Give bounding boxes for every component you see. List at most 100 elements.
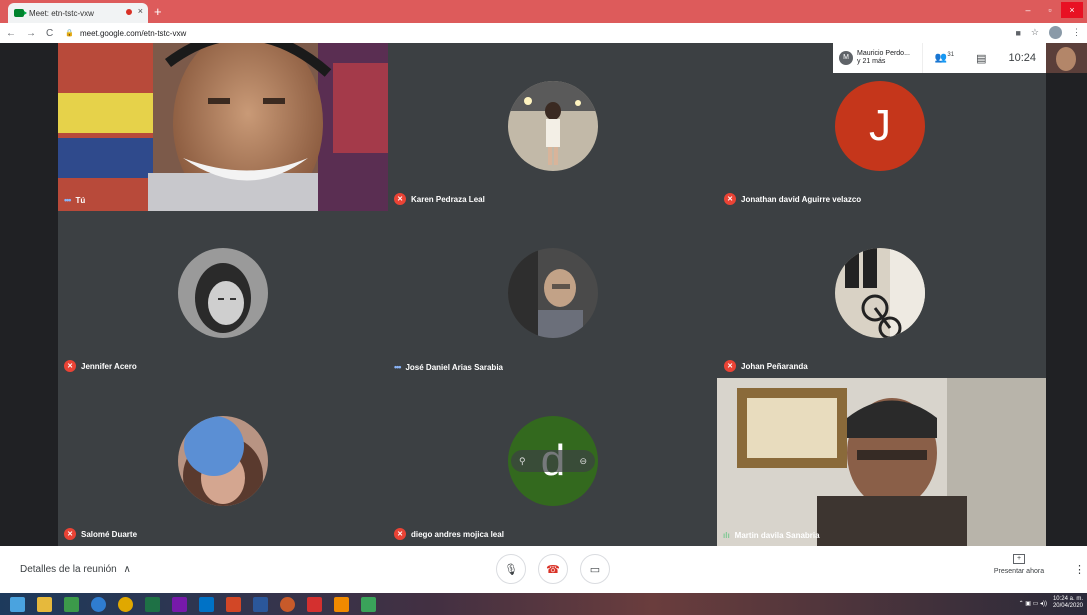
tile-label-jose-daniel: ••• José Daniel Arias Sarabia (394, 362, 503, 372)
mic-off-icon: ✕ (64, 360, 76, 372)
participant-name: Karen Pedraza Leal (411, 194, 485, 204)
participants-button[interactable]: 👥31 (935, 52, 954, 63)
tray-icons[interactable]: ⌃ ▣ ▭ ◂)) (1019, 600, 1047, 607)
green-app-icon[interactable] (361, 596, 376, 612)
mic-off-icon: ✕ (394, 528, 406, 540)
chat-icon[interactable]: ▤ (976, 52, 986, 65)
participant-name: Salomé Duarte (81, 529, 138, 539)
video-tile-jose-daniel[interactable]: ••• José Daniel Arias Sarabia (388, 211, 718, 378)
microphone-icon: 🎙 (504, 563, 518, 576)
taskbar-time: 10:24 a. m. (1052, 596, 1083, 602)
edge-icon[interactable] (91, 596, 106, 612)
avatar-initial: M (839, 51, 853, 65)
maximize-button[interactable]: ▫ (1039, 2, 1061, 18)
url-text: meet.google.com/etn-tstc-vxw (79, 28, 187, 38)
recording-indicator-icon (126, 9, 132, 15)
hang-up-icon: ☎ (546, 563, 560, 576)
meeting-clock: 10:24 (1008, 52, 1036, 64)
present-screen-icon: + (1013, 554, 1025, 564)
microphone-button[interactable]: 🎙 (496, 554, 526, 584)
participant-name: Johan Peñaranda (741, 361, 808, 371)
reload-icon[interactable]: C (46, 28, 53, 39)
participant-avatar (835, 248, 925, 338)
video-tile-johan[interactable]: ✕ Johan Peñaranda (718, 211, 1046, 378)
tab-title: Meet: etn-tstc-vxw (29, 8, 94, 18)
lock-icon: 🔒 (65, 30, 74, 37)
participant-avatar (178, 248, 268, 338)
meeting-details-button[interactable]: Detalles de la reunión ∧ (20, 564, 131, 575)
system-tray: ⌃ ▣ ▭ ◂)) 10:24 a. m. 20/04/2020 (1019, 596, 1083, 610)
participant-name: Tú (75, 195, 86, 205)
windows-taskbar: ⌃ ▣ ▭ ◂)) 10:24 a. m. 20/04/2020 (0, 593, 1087, 615)
more-options-icon[interactable]: ⋮ (1074, 563, 1085, 576)
camera-button[interactable]: ▭ (580, 554, 610, 584)
onenote-icon[interactable] (172, 596, 187, 612)
meet-favicon-icon (14, 9, 27, 17)
people-card-more: y 21 más (857, 58, 886, 65)
mic-off-icon: ✕ (64, 528, 76, 540)
present-now-button[interactable]: + Presentar ahora (984, 554, 1054, 575)
profile-avatar[interactable] (1049, 26, 1062, 39)
audio-activity-icon: ••• (394, 362, 402, 372)
camera-indicator-icon[interactable]: ■ (1015, 28, 1020, 38)
participant-name: Jonathan david Aguirre velazco (741, 194, 862, 204)
participant-name: José Daniel Arias Sarabia (405, 362, 503, 372)
participant-avatar (508, 248, 598, 338)
back-arrow-icon[interactable]: ← (6, 28, 16, 39)
forward-arrow-icon[interactable]: → (26, 28, 36, 39)
people-card-name: Mauricio Perdo... (857, 50, 910, 57)
participant-initial-avatar: J (835, 81, 925, 171)
file-explorer-icon[interactable] (37, 596, 52, 612)
new-tab-button[interactable]: + (154, 4, 162, 19)
chevron-up-icon: ∧ (123, 564, 131, 575)
bookmark-star-icon[interactable]: ☆ (1031, 27, 1039, 38)
address-bar[interactable]: 🔒 meet.google.com/etn-tstc-vxw (65, 29, 186, 38)
video-tile-jennifer[interactable]: ✕ Jennifer Acero (58, 211, 388, 378)
store-icon[interactable] (64, 596, 79, 612)
windows-start-icon[interactable] (10, 596, 25, 612)
call-controls: 🎙 ☎ ▭ (496, 554, 610, 584)
self-preview-thumbnail[interactable] (1046, 43, 1087, 73)
audio-activity-icon: ••• (64, 195, 72, 205)
meeting-details-label: Detalles de la reunión (20, 564, 117, 575)
chrome-icon[interactable] (118, 596, 133, 612)
tile-label-diego: ✕ diego andres mojica leal (394, 528, 504, 540)
close-tab-icon[interactable]: × (138, 6, 143, 16)
participant-avatar (508, 81, 598, 171)
browser-toolbar: ← → C 🔒 meet.google.com/etn-tstc-vxw ■ ☆… (0, 23, 1087, 43)
mic-off-icon: ✕ (724, 360, 736, 372)
tile-hover-controls: ⚲ ⊖ (511, 450, 595, 472)
acrobat-icon[interactable] (307, 596, 322, 612)
video-tile-self[interactable]: ••• Tú (58, 43, 388, 211)
video-tile-karen[interactable]: ✕ Karen Pedraza Leal (388, 43, 718, 211)
vlc-icon[interactable] (334, 596, 349, 612)
speaking-indicator-icon: ılı (723, 531, 730, 540)
video-tile-martin[interactable]: ılı Martin davila Sanabria (717, 378, 1046, 546)
powerpoint-icon[interactable] (226, 596, 241, 612)
browser-tab-strip: Meet: etn-tstc-vxw × + – ▫ × (0, 0, 1087, 23)
word-icon[interactable] (253, 596, 268, 612)
video-tile-salome[interactable]: ✕ Salomé Duarte (58, 378, 388, 546)
tile-label-johan: ✕ Johan Peñaranda (724, 360, 808, 372)
window-controls: – ▫ × (1017, 2, 1083, 18)
meet-video-grid: ••• Tú ✕ Karen Pedraza Leal J ✕ Jonathan… (0, 43, 1087, 546)
minimize-button[interactable]: – (1017, 2, 1039, 18)
tile-label-jennifer: ✕ Jennifer Acero (64, 360, 137, 372)
self-video-feed (58, 43, 388, 211)
excel-icon[interactable] (145, 596, 160, 612)
tile-label-martin: ılı Martin davila Sanabria (723, 531, 820, 540)
pin-icon[interactable]: ⚲ (519, 456, 526, 467)
meet-top-bar: M Mauricio Perdo... y 21 más 👥31 ▤ 10:24 (833, 43, 1087, 73)
video-tile-diego[interactable]: d ⚲ ⊖ ✕ diego andres mojica leal (388, 378, 718, 546)
browser-menu-icon[interactable]: ⋮ (1072, 27, 1081, 38)
mic-off-icon: ✕ (394, 193, 406, 205)
outlook-icon[interactable] (199, 596, 214, 612)
tile-label-salome: ✕ Salomé Duarte (64, 528, 137, 540)
end-call-button[interactable]: ☎ (538, 554, 568, 584)
people-summary-card[interactable]: M Mauricio Perdo... y 21 más (833, 43, 922, 73)
close-window-button[interactable]: × (1061, 2, 1083, 18)
tile-label-self: ••• Tú (64, 195, 85, 205)
browser-tab-meet[interactable]: Meet: etn-tstc-vxw × (8, 3, 148, 23)
app-icon[interactable] (280, 596, 295, 612)
remove-participant-icon[interactable]: ⊖ (579, 456, 587, 467)
